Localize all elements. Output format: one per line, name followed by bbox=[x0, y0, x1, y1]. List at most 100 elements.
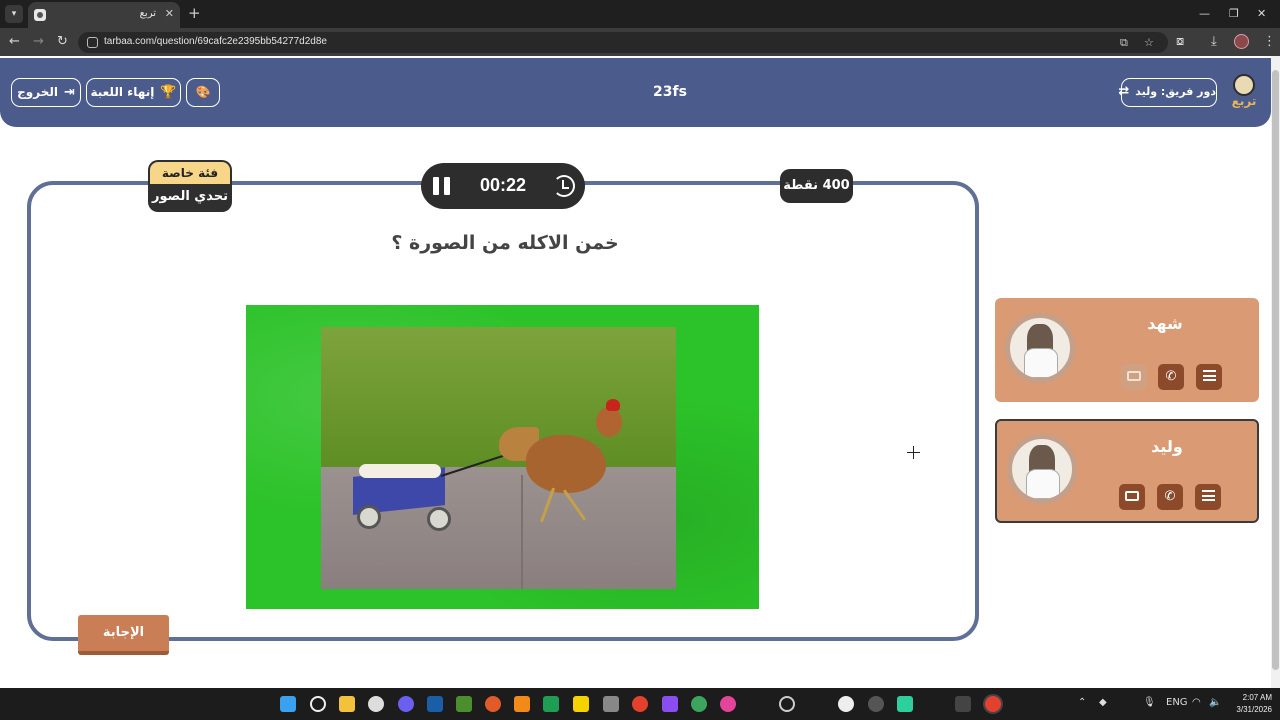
profile-avatar-icon[interactable] bbox=[1234, 34, 1249, 49]
trophy-icon: 🏆 bbox=[160, 85, 177, 100]
start-icon[interactable] bbox=[280, 696, 296, 712]
system-clock[interactable]: 2:07 AM 3/31/2026 bbox=[1226, 692, 1272, 716]
wifi-icon[interactable]: ◠ bbox=[1192, 697, 1201, 708]
logo-figure-icon bbox=[1233, 74, 1255, 96]
end-game-label: إنهاء اللعبة bbox=[90, 85, 155, 99]
photo-sidewalk-seam bbox=[521, 475, 523, 589]
team-card-waleed: وليد ✆ bbox=[995, 419, 1259, 523]
install-app-icon[interactable]: ⧉ bbox=[1120, 36, 1128, 50]
swap-icon bbox=[1125, 491, 1139, 501]
mouse-crosshair-cursor bbox=[907, 446, 920, 459]
back-arrow-icon[interactable]: ← bbox=[9, 34, 20, 50]
app-a-icon[interactable] bbox=[514, 696, 530, 712]
steam-icon[interactable] bbox=[427, 696, 443, 712]
browser-tab[interactable]: تربع ✕ bbox=[28, 2, 180, 28]
logo-text: تربع bbox=[1231, 94, 1257, 108]
avatar-robe bbox=[1026, 469, 1060, 499]
answer-button[interactable]: الإجابة bbox=[78, 615, 169, 655]
file-explorer-icon[interactable] bbox=[339, 696, 355, 712]
photo-eggs bbox=[359, 464, 441, 478]
search-icon[interactable] bbox=[310, 696, 326, 712]
minimize-button[interactable]: — bbox=[1199, 7, 1210, 20]
photo-wheel bbox=[427, 507, 451, 531]
call-friend-button[interactable]: ✆ bbox=[1157, 484, 1183, 510]
settings-gear-icon[interactable] bbox=[368, 696, 384, 712]
swap-question-button[interactable] bbox=[1119, 484, 1145, 510]
swap-question-button[interactable] bbox=[1121, 364, 1147, 390]
browser-menu-icon[interactable]: ⋮ bbox=[1263, 34, 1276, 50]
color-app-icon[interactable] bbox=[691, 696, 707, 712]
reload-icon[interactable]: ↻ bbox=[57, 34, 68, 50]
avatar-robe bbox=[1024, 348, 1058, 378]
team-avatar bbox=[1005, 313, 1075, 383]
scrollbar-thumb[interactable] bbox=[1272, 70, 1279, 670]
photo-hen-comb bbox=[606, 399, 620, 411]
game-header: ⇥ الخروج 🏆 إنهاء اللعبة 🎨 23fs دور فريق: و… bbox=[0, 58, 1271, 127]
site-logo[interactable]: تربع bbox=[1229, 72, 1259, 114]
question-image bbox=[246, 305, 759, 609]
shuffle-icon: ⇄ bbox=[1118, 84, 1130, 99]
tab-close-icon[interactable]: ✕ bbox=[165, 7, 174, 20]
volume-icon[interactable]: 🔈 bbox=[1209, 697, 1221, 708]
notes-icon[interactable] bbox=[573, 696, 589, 712]
site-info-icon[interactable] bbox=[87, 37, 98, 48]
game-launcher-icon[interactable] bbox=[485, 696, 501, 712]
minecraft-icon[interactable] bbox=[456, 696, 472, 712]
phone-icon: ✆ bbox=[1165, 369, 1177, 384]
discord-icon[interactable] bbox=[398, 696, 414, 712]
forward-arrow-icon[interactable]: → bbox=[33, 34, 44, 50]
spreadsheet-icon[interactable] bbox=[543, 696, 559, 712]
browser-address-bar: ← → ↻ tarbaa.com/question/69cafc2e2395bb… bbox=[0, 28, 1280, 56]
team-name: شهد bbox=[1147, 314, 1183, 333]
hen-cart-photo bbox=[321, 327, 676, 589]
category-tag: فئة خاصة bbox=[150, 162, 230, 184]
theme-button[interactable]: 🎨 bbox=[186, 78, 220, 107]
exit-door-icon: ⇥ bbox=[63, 85, 75, 100]
options-button[interactable] bbox=[1196, 364, 1222, 390]
chrome-active-icon[interactable] bbox=[985, 696, 1001, 712]
reset-timer-icon[interactable] bbox=[553, 175, 575, 197]
bookmark-star-icon[interactable]: ☆ bbox=[1144, 36, 1154, 49]
team-avatar bbox=[1007, 434, 1077, 504]
url-input[interactable]: tarbaa.com/question/69cafc2e2395bb54277d… bbox=[78, 32, 1168, 53]
team-card-shahad: شهد ✆ bbox=[995, 298, 1259, 402]
url-text: tarbaa.com/question/69cafc2e2395bb54277d… bbox=[104, 36, 327, 47]
photos-icon[interactable] bbox=[720, 696, 736, 712]
language-indicator[interactable]: ENG bbox=[1166, 697, 1188, 708]
pause-icon[interactable] bbox=[433, 177, 451, 195]
microphone-icon[interactable]: 🎙 bbox=[1143, 697, 1156, 708]
new-tab-button[interactable]: + bbox=[188, 5, 201, 21]
close-window-button[interactable]: ✕ bbox=[1257, 7, 1266, 20]
list-icon bbox=[1201, 490, 1215, 501]
photo-hen-head bbox=[596, 407, 622, 437]
swap-icon bbox=[1127, 371, 1141, 381]
end-game-button[interactable]: 🏆 إنهاء اللعبة bbox=[86, 78, 181, 107]
speedometer-icon[interactable] bbox=[779, 696, 795, 712]
tray-app-icon[interactable]: ◆ bbox=[1099, 697, 1107, 708]
turn-indicator: دور فريق: وليد ⇄ bbox=[1118, 78, 1217, 107]
photo-wheel bbox=[357, 505, 381, 529]
downloads-icon[interactable]: ⤓ bbox=[1211, 34, 1217, 50]
timer-value: 00:22 bbox=[479, 175, 527, 195]
tab-list-button[interactable]: ▾ bbox=[5, 5, 23, 23]
media-icon[interactable] bbox=[603, 696, 619, 712]
turn-label: دور فريق: وليد bbox=[1135, 85, 1216, 98]
options-button[interactable] bbox=[1195, 484, 1221, 510]
extensions-icon[interactable]: ⧇ bbox=[1176, 34, 1184, 50]
maximize-button[interactable]: ❐ bbox=[1229, 7, 1239, 20]
team-name: وليد bbox=[1151, 437, 1183, 456]
clock-date: 3/31/2026 bbox=[1236, 705, 1272, 714]
call-friend-button[interactable]: ✆ bbox=[1158, 364, 1184, 390]
panda-app-icon[interactable] bbox=[838, 696, 854, 712]
palette-icon: 🎨 bbox=[195, 85, 211, 99]
chrome-icon[interactable] bbox=[632, 696, 648, 712]
chat-app-icon[interactable] bbox=[897, 696, 913, 712]
tray-chevron-icon[interactable]: ⌃ bbox=[1078, 697, 1086, 708]
browser-tab-bar: ▾ تربع ✕ + — ❐ ✕ bbox=[0, 0, 1280, 28]
exit-button[interactable]: ⇥ الخروج bbox=[11, 78, 81, 107]
record-icon[interactable] bbox=[868, 696, 884, 712]
game-name: 23fs bbox=[653, 84, 687, 100]
twitch-icon[interactable] bbox=[662, 696, 678, 712]
mail-icon[interactable] bbox=[955, 696, 971, 712]
page-scrollbar[interactable] bbox=[1271, 56, 1280, 688]
